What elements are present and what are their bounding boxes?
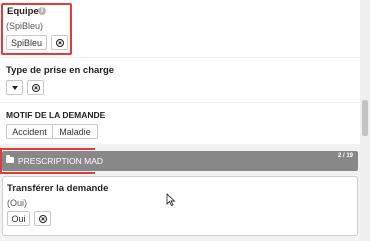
scrollbar-thumb[interactable] <box>362 100 368 136</box>
section-highlight-box <box>0 148 95 174</box>
mouse-pointer-icon <box>166 193 176 207</box>
clear-icon <box>38 214 47 223</box>
type-prise-clear-button[interactable] <box>27 80 44 95</box>
form-page: Equipe i (SpiBleu) SpiBleu Type de prise… <box>0 0 360 241</box>
type-prise-dropdown[interactable] <box>6 80 23 95</box>
transfer-current-value: (Oui) <box>7 198 27 208</box>
transfer-label: Transférer la demande <box>7 183 109 194</box>
highlight-box <box>1 3 72 55</box>
equipe-card: Equipe i (SpiBleu) SpiBleu <box>0 0 360 57</box>
section-count: 2 / 19 <box>337 153 353 159</box>
transfer-card: Transférer la demande (Oui) Oui <box>2 176 358 236</box>
type-prise-card: Type de prise en charge <box>0 58 360 102</box>
motif-label: MOTIF DE LA DEMANDE <box>6 110 106 120</box>
motif-card: MOTIF DE LA DEMANDE Accident Maladie <box>0 103 360 144</box>
caret-down-icon <box>11 85 18 90</box>
transfer-clear-button[interactable] <box>34 211 51 226</box>
motif-option-accident[interactable]: Accident <box>6 124 53 139</box>
type-prise-label: Type de prise en charge <box>6 65 115 76</box>
transfer-value-button[interactable]: Oui <box>7 211 30 226</box>
clear-icon <box>31 83 40 92</box>
vertical-scrollbar[interactable] <box>360 0 370 241</box>
motif-option-maladie[interactable]: Maladie <box>52 124 98 139</box>
